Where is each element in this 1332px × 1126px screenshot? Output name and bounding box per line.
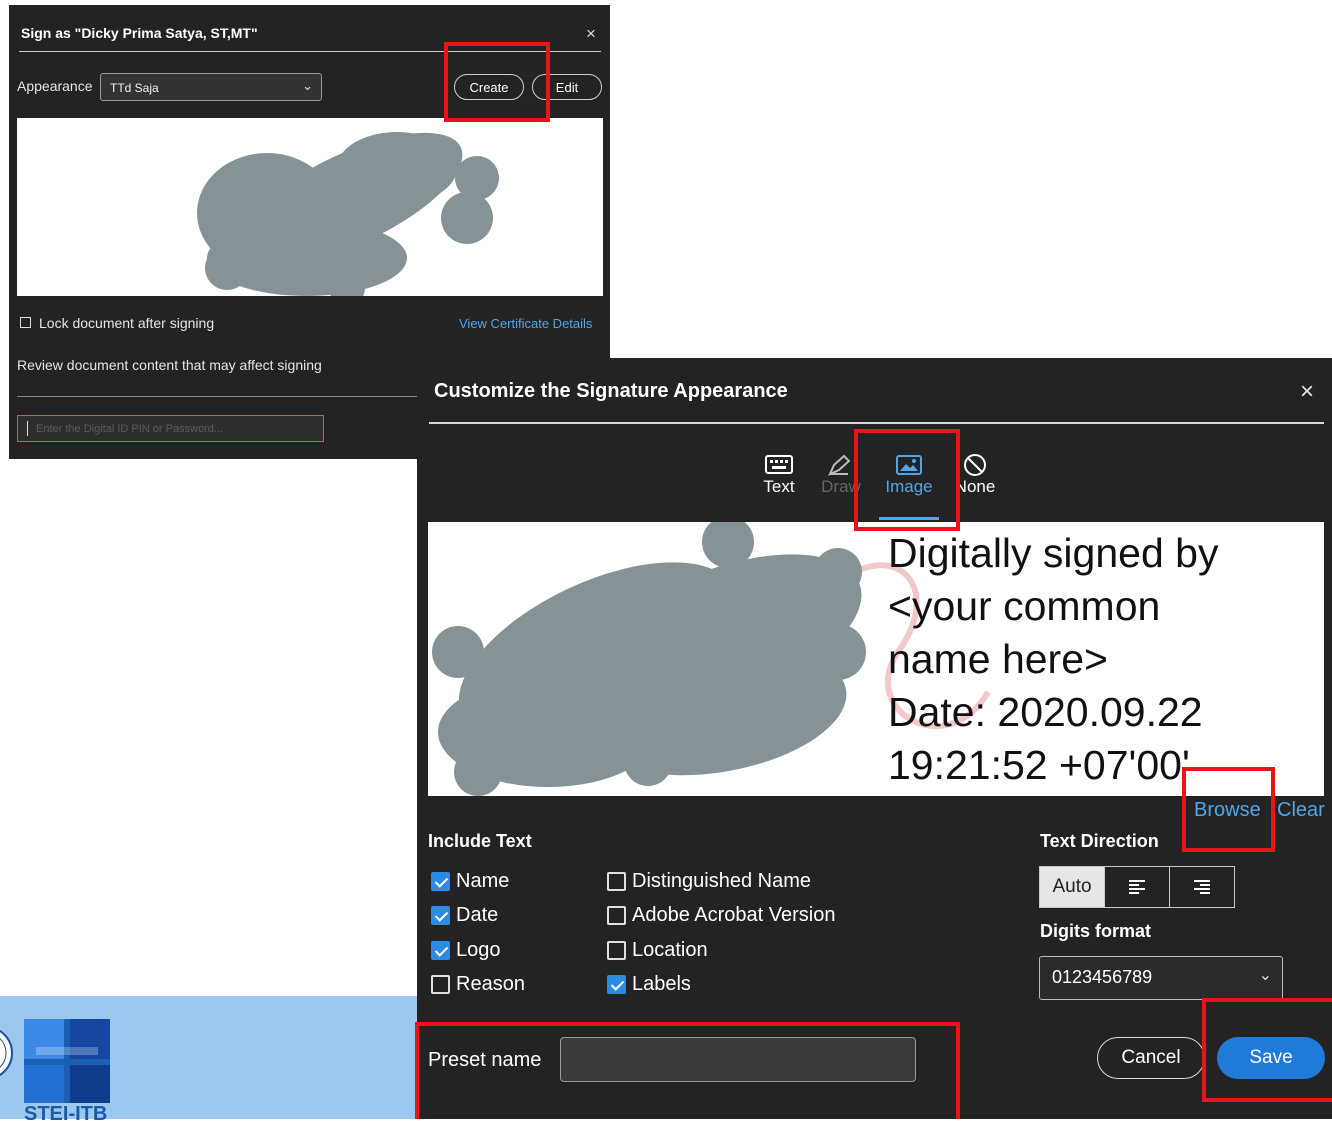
none-icon: [964, 454, 986, 476]
stei-itb-label: STEI-ITB: [24, 1103, 108, 1125]
tab-text[interactable]: Text: [755, 453, 803, 497]
checkbox-label: Date: [456, 904, 499, 926]
close-icon[interactable]: ×: [586, 24, 596, 44]
stei-itb-logo: [24, 1019, 110, 1103]
preview-line: Digitally signed by: [888, 530, 1219, 576]
clear-link[interactable]: Clear: [1277, 799, 1325, 822]
chevron-down-icon: ⌄: [302, 78, 313, 93]
align-left-button[interactable]: [1105, 867, 1170, 907]
checkbox-box: [431, 941, 450, 960]
pin-placeholder: Enter the Digital ID PIN or Password...: [36, 423, 224, 435]
appearance-label: Appearance: [17, 78, 93, 94]
align-right-icon: [1194, 880, 1210, 894]
highlight-preset-name: [415, 1022, 960, 1119]
checkbox-label: Location: [632, 939, 708, 961]
keyboard-icon: [765, 455, 793, 474]
checkbox-label: Adobe Acrobat Version: [632, 904, 836, 926]
text-cursor: [27, 421, 28, 436]
checkbox-label: Distinguished Name: [632, 870, 811, 892]
appearance-value: TTd Saja: [110, 81, 159, 95]
appearance-select[interactable]: TTd Saja ⌄: [100, 73, 322, 101]
checkbox-box: [607, 975, 626, 994]
highlight-image-tab: [854, 429, 960, 531]
customize-dialog-title: Customize the Signature Appearance: [434, 380, 788, 402]
sign-dialog-title: Sign as "Dicky Prima Satya, ST,MT": [21, 25, 258, 41]
highlight-create: [444, 42, 550, 122]
digits-format-select[interactable]: 0123456789 ⌄: [1039, 956, 1283, 1000]
highlight-browse: [1182, 767, 1275, 852]
cancel-button[interactable]: Cancel: [1097, 1037, 1205, 1079]
signature-preview: Digitally signed by <your common name he…: [428, 522, 1324, 796]
checkbox-box: [431, 906, 450, 925]
close-icon[interactable]: ×: [1300, 378, 1314, 406]
preview-line: Date: 2020.09.22: [888, 689, 1203, 735]
direction-auto-button[interactable]: Auto: [1040, 867, 1105, 907]
lock-document-label: Lock document after signing: [39, 315, 215, 331]
align-right-button[interactable]: [1170, 867, 1234, 907]
checkbox-label: Logo: [456, 939, 501, 961]
checkbox-label: Reason: [456, 973, 525, 995]
checkbox-box: [607, 941, 626, 960]
align-left-icon: [1129, 880, 1145, 894]
pin-input[interactable]: Enter the Digital ID PIN or Password...: [17, 415, 324, 442]
pen-icon: [828, 454, 851, 476]
signature-preview: [17, 118, 603, 306]
title-divider: [429, 422, 1324, 424]
checkbox-label: Name: [456, 870, 510, 892]
tab-none-label: None: [954, 477, 996, 496]
view-certificate-link[interactable]: View Certificate Details: [459, 316, 592, 331]
redacted-signature-blob: [197, 132, 499, 306]
text-direction-group: Auto: [1039, 866, 1235, 908]
highlight-save: [1202, 998, 1332, 1102]
section-divider: [17, 396, 417, 397]
lock-document-checkbox[interactable]: [20, 317, 31, 328]
preview-line: <your common: [888, 583, 1161, 629]
include-text-heading: Include Text: [428, 831, 532, 851]
preview-line: 19:21:52 +07'00': [888, 742, 1190, 788]
review-content-label: Review document content that may affect …: [17, 357, 322, 373]
digits-format-heading: Digits format: [1040, 921, 1152, 941]
checkbox-box: [431, 975, 450, 994]
chevron-down-icon: ⌄: [1258, 967, 1272, 984]
digits-format-value: 0123456789: [1052, 967, 1153, 987]
checkbox-box: [607, 872, 626, 891]
checkbox-label: Labels: [632, 973, 691, 995]
checkbox-box: [431, 872, 450, 891]
university-seal-logo: [0, 1029, 13, 1077]
preview-line: name here>: [888, 636, 1108, 682]
signature-preview-text: Digitally signed by <your common name he…: [888, 527, 1218, 792]
text-direction-heading: Text Direction: [1040, 831, 1159, 851]
checkbox-box: [607, 906, 626, 925]
tab-text-label: Text: [763, 477, 795, 496]
